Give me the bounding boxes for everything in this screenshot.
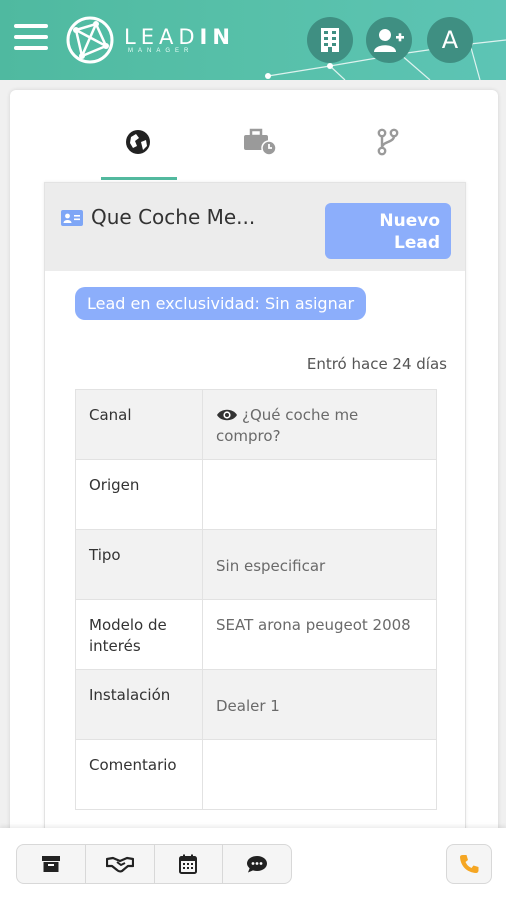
new-lead-label-1: Nuevo bbox=[379, 211, 440, 231]
building-button[interactable] bbox=[307, 17, 353, 63]
entered-ago: Entró hace 24 días bbox=[306, 355, 447, 373]
detail-value: ¿Qué coche me compro? bbox=[202, 389, 437, 460]
phone-icon bbox=[460, 855, 479, 873]
table-row: Origen bbox=[75, 459, 437, 530]
lead-details-table: Canal ¿Qué coche me compro? Origen Tipo … bbox=[75, 389, 437, 810]
avatar-button[interactable]: A bbox=[427, 17, 473, 63]
leadin-logo bbox=[66, 16, 114, 64]
table-row: Tipo Sin especificar bbox=[75, 529, 437, 600]
lead-panel: Que Coche Me... Nuevo Lead Lead en exclu… bbox=[44, 182, 466, 850]
detail-label: Origen bbox=[75, 459, 203, 530]
eye-icon[interactable] bbox=[216, 408, 238, 422]
new-lead-label-2: Lead bbox=[393, 233, 440, 253]
brand-subtitle: MANAGER bbox=[128, 48, 194, 54]
globe-icon bbox=[126, 130, 150, 154]
detail-value: Dealer 1 bbox=[202, 669, 437, 740]
detail-value: Sin especificar bbox=[202, 529, 437, 600]
lead-panel-header: Que Coche Me... Nuevo Lead bbox=[45, 183, 465, 271]
avatar-letter: A bbox=[441, 26, 459, 54]
detail-value: SEAT arona peugeot 2008 bbox=[202, 599, 437, 670]
detail-label: Modelo de interés bbox=[75, 599, 203, 670]
tab-bar bbox=[58, 120, 448, 180]
lead-title: Que Coche Me... bbox=[91, 205, 256, 229]
table-row: Instalación Dealer 1 bbox=[75, 669, 437, 740]
detail-value bbox=[202, 459, 437, 530]
id-card-icon bbox=[61, 210, 83, 226]
detail-value bbox=[202, 739, 437, 810]
exclusivity-badge[interactable]: Lead en exclusividad: Sin asignar bbox=[75, 287, 367, 320]
call-button[interactable] bbox=[446, 844, 492, 884]
action-group bbox=[16, 844, 292, 884]
table-row: Comentario bbox=[75, 739, 437, 810]
chat-button[interactable] bbox=[223, 845, 291, 883]
archive-icon bbox=[41, 856, 60, 872]
new-lead-button[interactable]: Nuevo Lead bbox=[325, 203, 451, 259]
add-user-button[interactable] bbox=[366, 17, 412, 63]
tab-history[interactable] bbox=[220, 120, 300, 180]
calendar-icon bbox=[179, 854, 198, 874]
detail-label: Instalación bbox=[75, 669, 203, 740]
briefcase-clock-icon bbox=[244, 128, 277, 156]
building-icon bbox=[321, 28, 339, 52]
detail-label: Tipo bbox=[75, 529, 203, 600]
detail-label: Comentario bbox=[75, 739, 203, 810]
calendar-button[interactable] bbox=[155, 845, 224, 883]
table-row: Canal ¿Qué coche me compro? bbox=[75, 389, 437, 460]
handshake-button[interactable] bbox=[86, 845, 155, 883]
tab-general[interactable] bbox=[98, 120, 178, 180]
chat-icon bbox=[247, 856, 268, 873]
branch-icon bbox=[377, 128, 399, 156]
table-row: Modelo de interés SEAT arona peugeot 200… bbox=[75, 599, 437, 670]
detail-label: Canal bbox=[75, 389, 203, 460]
handshake-icon bbox=[105, 856, 134, 873]
app-header: LEADIN MANAGER A bbox=[0, 0, 506, 80]
add-user-icon bbox=[374, 29, 404, 52]
archive-button[interactable] bbox=[17, 845, 86, 883]
menu-icon[interactable] bbox=[14, 24, 48, 52]
lead-card: Que Coche Me... Nuevo Lead Lead en exclu… bbox=[10, 90, 498, 850]
brand-name: LEADIN bbox=[124, 25, 235, 49]
bottom-action-bar bbox=[0, 828, 506, 900]
tab-workflow[interactable] bbox=[348, 120, 428, 180]
